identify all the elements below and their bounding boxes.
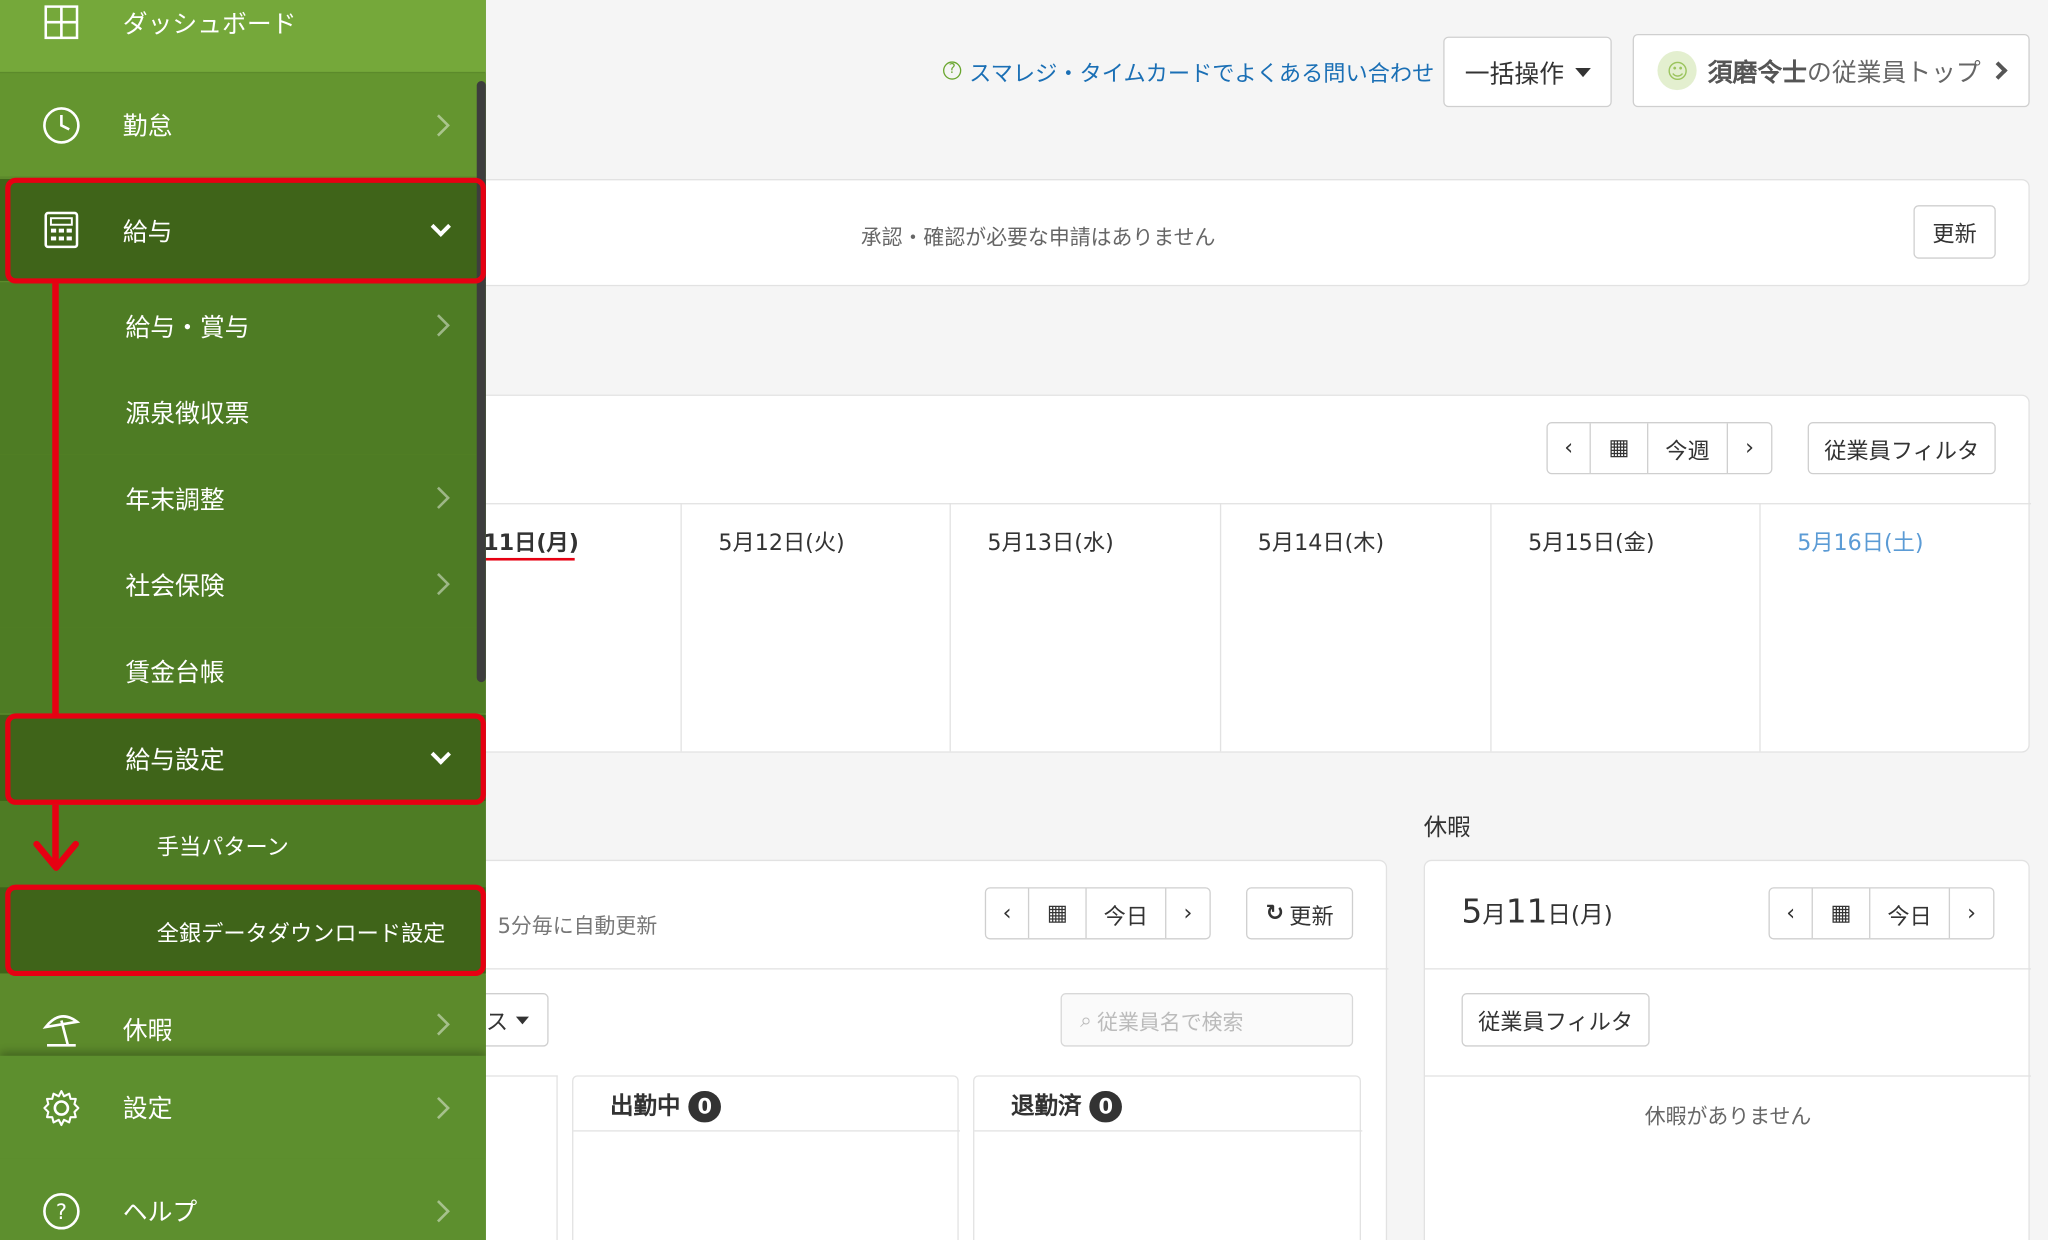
next-day-button[interactable]: › [1166, 889, 1209, 939]
user-name: 須磨令士 [1707, 58, 1808, 87]
chevron-right-icon [427, 486, 450, 509]
calendar-icon[interactable]: ▦ [1591, 423, 1649, 474]
leave-next-day-button[interactable]: › [1950, 889, 1993, 939]
employee-top-button[interactable]: ☺ 須磨令士 の従業員トップ [1632, 33, 2030, 108]
caret-down-icon [515, 1015, 529, 1024]
chevron-down-icon [430, 743, 451, 765]
working-count-badge: 0 [688, 1091, 722, 1123]
day-column: 5月15日(金) [1490, 503, 1759, 752]
annotation-connector [52, 283, 59, 715]
prev-day-button[interactable]: ‹ [986, 888, 1030, 939]
auto-refresh-note: 5分毎に自動更新 [497, 913, 658, 939]
status-column-working: 出勤中 0 [572, 1075, 960, 1240]
chevron-right-icon [427, 1013, 450, 1036]
approval-card: 承認・確認が必要な申請はありません 更新 [431, 179, 2030, 287]
chevron-right-icon [427, 314, 450, 337]
sidebar-item-withholding[interactable]: 源泉徴収票 [0, 368, 486, 455]
this-week-button[interactable]: 今週 [1648, 423, 1728, 474]
sidebar-item-leave[interactable]: 休暇 [0, 974, 486, 1056]
sidebar-item-payroll[interactable]: 給与 [0, 179, 486, 281]
day-nav: ‹ ▦ 今日 › [984, 887, 1211, 940]
caret-down-icon [1574, 67, 1591, 77]
leave-prev-day-button[interactable]: ‹ [1770, 888, 1813, 939]
divider [432, 968, 1389, 970]
week-nav: ‹ ▦ 今週 › [1546, 422, 1773, 475]
sidebar-scrollbar[interactable] [476, 81, 486, 683]
sidebar-item-dashboard[interactable]: ダッシュボード [0, 0, 486, 72]
dashboard-icon [39, 0, 83, 44]
day-column: 5月14日(木) [1219, 503, 1490, 752]
search-icon: ⌕ [1080, 1006, 1092, 1032]
clock-icon [39, 103, 83, 147]
calendar-icon[interactable]: ▦ [1813, 888, 1871, 939]
chevron-right-icon [1988, 61, 2007, 80]
working-header: 出勤中 0 [610, 1087, 722, 1123]
day-column: 5月13日(水) [949, 503, 1220, 752]
help-icon: ? [39, 1188, 83, 1232]
schedule-employee-filter[interactable]: 従業員フィルタ [1807, 422, 1996, 475]
sidebar-item-wage-ledger[interactable]: 賃金台帳 [0, 627, 486, 714]
divider [974, 1130, 1363, 1132]
chevron-right-icon [427, 1096, 450, 1119]
today-underline [483, 557, 575, 561]
day-column: 5月12日(火) [680, 503, 949, 752]
chevron-right-icon [427, 1199, 450, 1222]
leave-section-title: 休暇 [1423, 814, 1471, 842]
calendar-icon[interactable]: ▦ [1029, 888, 1087, 939]
sidebar: ダッシュボード 勤怠 給与 給与・賞与 源泉徴収票 年末調整 社会保険 賃金台帳… [0, 0, 486, 1240]
sidebar-item-social-insurance[interactable]: 社会保険 [0, 540, 486, 628]
divider [573, 1130, 960, 1132]
chevron-down-icon [430, 215, 451, 237]
question-icon: ? [943, 61, 962, 80]
divider [1424, 968, 2032, 970]
sidebar-item-zengin-download[interactable]: 全銀データダウンロード設定 [0, 887, 486, 974]
refresh-icon: ↻ [1265, 900, 1285, 927]
faq-link[interactable]: ? スマレジ・タイムカードでよくある問い合わせ [943, 52, 1434, 89]
beach-umbrella-icon [39, 1006, 83, 1050]
svg-text:?: ? [56, 1199, 67, 1223]
divider [1424, 1075, 2032, 1077]
sidebar-item-year-end[interactable]: 年末調整 [0, 454, 486, 541]
next-week-button[interactable]: › [1728, 423, 1771, 473]
leave-date: 5月11日(月) [1461, 892, 1613, 931]
day-column: 5月16日(土) [1759, 503, 2028, 752]
approval-message: 承認・確認が必要な申請はありません [860, 224, 1216, 250]
chevron-right-icon [427, 572, 450, 596]
calculator-icon [39, 208, 83, 252]
today-button[interactable]: 今日 [1087, 888, 1167, 939]
leave-card: 5月11日(月) ‹ ▦ 今日 › 従業員フィルタ 休暇がありません [1423, 859, 2032, 1240]
left-header: 退勤済 0 [1011, 1087, 1123, 1123]
leave-empty-message: 休暇がありません [1644, 1104, 1812, 1129]
leave-employee-filter[interactable]: 従業員フィルタ [1461, 993, 1650, 1047]
sidebar-item-salary-bonus[interactable]: 給与・賞与 [0, 282, 486, 369]
smiley-icon: ☺ [1658, 50, 1698, 91]
attendance-card: 5分毎に自動更新 ‹ ▦ 今日 › ↻ 更新 ス ⌕ 従業員名で検索 出勤中 0 … [431, 859, 1389, 1240]
sidebar-item-settings[interactable]: 設定 [0, 1055, 486, 1159]
chevron-right-icon [427, 113, 450, 136]
bulk-action-button[interactable]: 一括操作 [1443, 36, 1612, 108]
approval-refresh-button[interactable]: 更新 [1913, 205, 1996, 259]
sidebar-item-payroll-settings[interactable]: 給与設定 [0, 714, 486, 801]
sidebar-item-attendance[interactable]: 勤怠 [0, 73, 486, 177]
leave-day-nav: ‹ ▦ 今日 › [1768, 887, 1995, 940]
employee-search-input[interactable]: ⌕ 従業員名で検索 [1060, 993, 1354, 1047]
annotation-arrow-icon [33, 840, 80, 871]
status-column-left: 退勤済 0 [973, 1075, 1363, 1240]
leave-today-button[interactable]: 今日 [1870, 888, 1951, 939]
left-count-badge: 0 [1089, 1091, 1123, 1123]
attendance-refresh-button[interactable]: ↻ 更新 [1246, 887, 1354, 940]
gear-icon [39, 1085, 83, 1129]
prev-week-button[interactable]: ‹ [1548, 423, 1591, 474]
sidebar-item-help[interactable]: ? ヘルプ [0, 1158, 486, 1240]
